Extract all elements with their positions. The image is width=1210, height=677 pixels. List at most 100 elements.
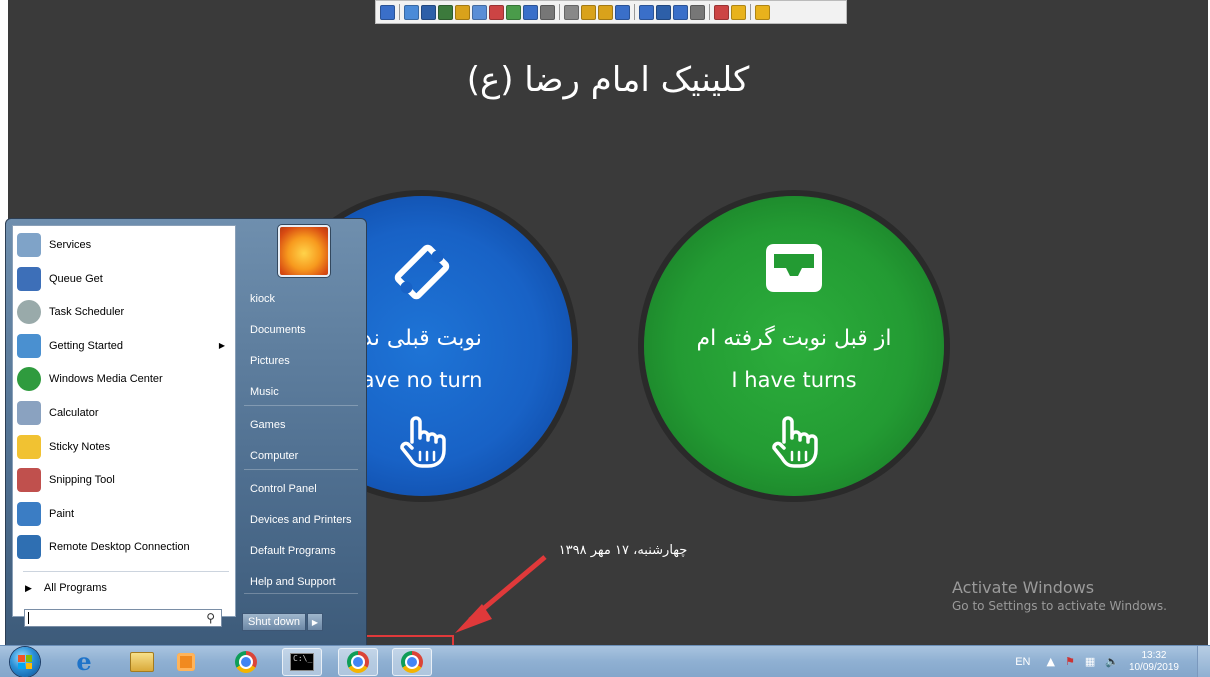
start-link[interactable]: Help and Support bbox=[244, 570, 362, 594]
taskbar-button[interactable] bbox=[166, 648, 206, 676]
network-icon[interactable]: ▦ bbox=[1085, 655, 1095, 668]
taskbar-button[interactable] bbox=[122, 648, 162, 676]
users-icon[interactable] bbox=[564, 4, 579, 20]
transfer-icon[interactable] bbox=[455, 4, 470, 20]
ticket-icon bbox=[394, 244, 450, 300]
inbox-icon bbox=[766, 244, 822, 292]
monitor-icon[interactable] bbox=[421, 4, 436, 20]
close-icon[interactable] bbox=[755, 4, 770, 20]
pin-icon[interactable] bbox=[380, 4, 395, 20]
start-link[interactable]: Computer bbox=[244, 444, 362, 468]
terminal-icon[interactable] bbox=[438, 4, 453, 20]
clock-date: 10/09/2019 bbox=[1128, 661, 1179, 673]
fullscreen-icon[interactable] bbox=[639, 4, 654, 20]
palette-icon bbox=[17, 501, 41, 526]
user-folder-link[interactable]: kiock bbox=[244, 287, 362, 311]
show-desktop-button[interactable] bbox=[1197, 646, 1210, 677]
taskbar-button[interactable]: e bbox=[64, 648, 104, 676]
activate-title: Activate Windows bbox=[952, 578, 1095, 597]
save-icon[interactable] bbox=[404, 4, 419, 20]
remote-desktop-icon bbox=[17, 535, 41, 560]
toolbar-separator bbox=[634, 4, 635, 20]
scissors-icon bbox=[17, 468, 41, 493]
all-programs-button[interactable]: ▶ All Programs bbox=[17, 575, 227, 601]
start-link[interactable]: Games bbox=[244, 413, 362, 437]
start-link[interactable]: Control Panel bbox=[244, 477, 362, 501]
lock-icon[interactable] bbox=[581, 4, 596, 20]
date-label: چهارشنبه، ۱۷ مهر ۱۳۹۸ bbox=[558, 543, 688, 558]
people-icon[interactable] bbox=[489, 4, 504, 20]
start-link[interactable]: Default Programs bbox=[244, 539, 362, 563]
program-label: Getting Started bbox=[49, 339, 123, 352]
chrome-icon bbox=[235, 651, 257, 673]
text-cursor bbox=[28, 612, 29, 624]
program-item[interactable]: Remote Desktop Connection bbox=[17, 532, 231, 562]
clock[interactable]: 13:32 10/09/2019 bbox=[1129, 650, 1179, 674]
user-icon[interactable] bbox=[540, 4, 555, 20]
program-label: Paint bbox=[49, 507, 75, 520]
divider bbox=[244, 593, 358, 594]
cmd-icon: C:\_ bbox=[290, 653, 314, 671]
windows-orb-icon bbox=[17, 367, 41, 392]
sticky-notes-icon bbox=[17, 434, 41, 459]
program-item[interactable]: Windows Media Center bbox=[17, 364, 231, 394]
lock-icon[interactable] bbox=[598, 4, 613, 20]
notes-icon[interactable] bbox=[731, 4, 746, 20]
hand-pointer-icon bbox=[772, 416, 818, 468]
gear-icon[interactable] bbox=[472, 4, 487, 20]
taskbar-button[interactable] bbox=[226, 648, 266, 676]
program-item[interactable]: Sticky Notes bbox=[17, 432, 231, 462]
submenu-arrow-icon: ▶ bbox=[218, 341, 225, 351]
shutdown-button[interactable]: Shut down bbox=[242, 613, 306, 631]
window-icon[interactable] bbox=[615, 4, 630, 20]
taskbar: e C:\_ EN ▲ ⚑ ▦ 🔈 13:32 10/09/2019 bbox=[0, 645, 1210, 677]
clipboard-icon[interactable] bbox=[690, 4, 705, 20]
gear-icon bbox=[17, 233, 41, 257]
taskbar-button[interactable] bbox=[338, 648, 378, 676]
program-label: Sticky Notes bbox=[49, 440, 111, 453]
document-icon bbox=[17, 333, 41, 358]
start-link[interactable]: Music bbox=[244, 380, 362, 404]
program-label: Services bbox=[49, 239, 92, 251]
start-link[interactable]: Devices and Printers bbox=[244, 508, 362, 532]
search-programs-input[interactable]: ⚲ bbox=[24, 609, 222, 627]
program-item[interactable]: Task Scheduler bbox=[17, 297, 231, 327]
start-button[interactable] bbox=[10, 647, 40, 677]
program-item[interactable]: Queue Get bbox=[17, 264, 231, 294]
search-icon: ⚲ bbox=[206, 611, 215, 625]
display-icon[interactable] bbox=[673, 4, 688, 20]
windows-logo-icon bbox=[18, 655, 32, 669]
program-item[interactable]: Getting Started ▶ bbox=[17, 331, 231, 361]
action-center-flag-icon[interactable]: ⚑ bbox=[1065, 655, 1075, 668]
chat-icon[interactable] bbox=[523, 4, 538, 20]
taskbar-button[interactable] bbox=[392, 648, 432, 676]
clinic-title: کلینیک امام رضا (ع) bbox=[466, 60, 750, 100]
chrome-icon bbox=[401, 651, 423, 673]
program-label: Snipping Tool bbox=[49, 474, 115, 487]
show-hidden-icons-icon[interactable]: ▲ bbox=[1046, 655, 1054, 668]
user-picture[interactable] bbox=[278, 225, 330, 277]
program-item[interactable]: Paint bbox=[17, 499, 231, 529]
divider bbox=[244, 405, 358, 406]
explorer-icon bbox=[130, 652, 154, 672]
program-item[interactable]: Services bbox=[17, 230, 231, 260]
start-link[interactable]: Documents bbox=[244, 318, 362, 342]
have-turn-label-fa: از قبل نوبت گرفته ام bbox=[696, 326, 892, 351]
language-indicator[interactable]: EN bbox=[1015, 656, 1030, 668]
chrome-icon bbox=[347, 651, 369, 673]
program-label: Calculator bbox=[49, 407, 99, 419]
volume-icon[interactable]: 🔈 bbox=[1105, 655, 1119, 668]
have-turn-button[interactable]: از قبل نوبت گرفته ام I have turns bbox=[644, 196, 944, 496]
program-item[interactable]: Snipping Tool bbox=[17, 465, 231, 495]
phone-icon[interactable] bbox=[506, 4, 521, 20]
screen-icon[interactable] bbox=[656, 4, 671, 20]
tools-icon[interactable] bbox=[714, 4, 729, 20]
shutdown-options-button[interactable]: ▶ bbox=[306, 613, 323, 631]
start-link[interactable]: Pictures bbox=[244, 349, 362, 373]
program-item[interactable]: Calculator bbox=[17, 398, 231, 428]
triangle-right-icon: ▶ bbox=[25, 582, 32, 593]
program-label: Windows Media Center bbox=[49, 373, 163, 386]
taskbar-button[interactable]: C:\_ bbox=[282, 648, 322, 676]
clock-time: 13:32 bbox=[1141, 649, 1167, 661]
toolbar-separator bbox=[399, 4, 400, 20]
